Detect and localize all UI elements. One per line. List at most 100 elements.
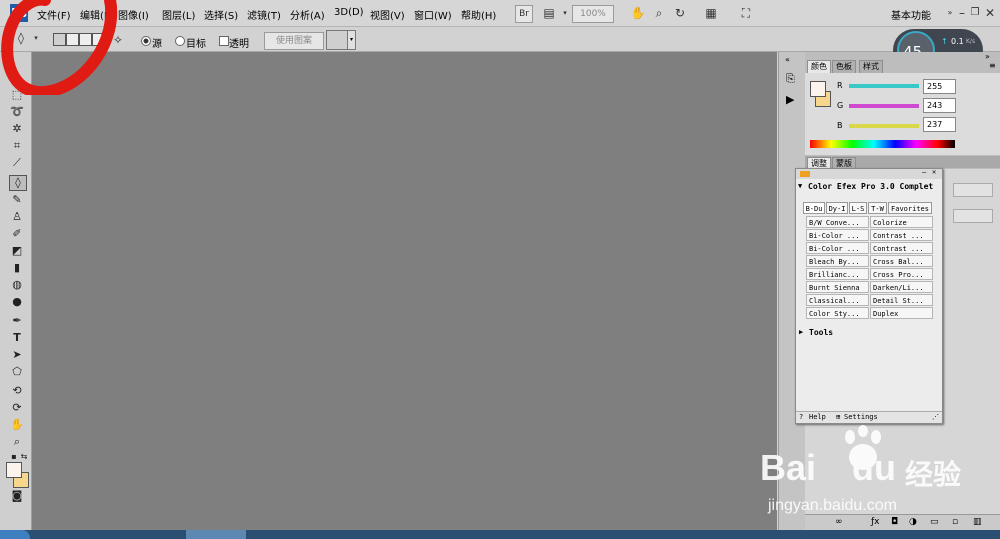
efex-filter-darken-lighten[interactable]: Darken/Li... [870,281,933,293]
quick-mask-icon[interactable]: ◙ [9,489,25,503]
resize-grip-icon[interactable]: ⋰ [932,413,939,421]
tab-color[interactable]: 颜色 [807,60,831,74]
lasso-tool-icon[interactable]: ➰ [9,105,25,119]
foreground-color-swatch[interactable] [6,462,22,478]
efex-tab-l-s[interactable]: L-S [849,202,867,214]
close-icon[interactable]: ✕ [982,5,998,21]
channel-r-slider[interactable] [849,84,919,88]
actions-panel-icon[interactable]: ▶ [786,93,794,106]
efex-filter-cross-balance[interactable]: Cross Bal... [870,255,933,267]
history-brush-tool-icon[interactable]: ✐ [9,227,25,241]
tools-expand-arrow-icon[interactable]: ▶ [799,328,803,336]
blend-mode-select[interactable] [953,183,993,197]
efex-filter-duplex[interactable]: Duplex [870,307,933,319]
bridge-button[interactable]: Br [515,5,533,23]
brush-tool-icon[interactable]: ✎ [9,193,25,207]
opacity-select[interactable] [953,209,993,223]
menu-window[interactable]: 窗口(W) [414,7,452,22]
hand-tool-icon[interactable]: ✋ [630,5,646,21]
gradient-tool-icon[interactable]: ▮ [9,261,25,275]
restore-icon[interactable]: ❐ [967,5,983,21]
efex-tab-b-du[interactable]: B-Du [803,202,825,214]
path-selection-tool-icon[interactable]: ➤ [9,348,25,362]
menu-filter[interactable]: 滤镜(T) [247,7,281,22]
shape-tool-icon[interactable]: ⬠ [9,365,25,379]
3d-rotate-tool-icon[interactable]: ⟲ [9,384,25,398]
efex-tab-t-w[interactable]: T-W [868,202,887,214]
crop-tool-icon[interactable]: ⌗ [9,139,25,153]
tab-styles[interactable]: 样式 [859,60,883,74]
transparent-checkbox[interactable] [219,36,229,46]
menu-analysis[interactable]: 分析(A) [290,7,325,22]
efex-filter-cross-processing[interactable]: Cross Pro... [870,268,933,280]
patch-tool-icon[interactable]: ◊ [9,175,27,191]
efex-filter-colorize[interactable]: Colorize [870,216,933,228]
efex-filter-brilliance[interactable]: Brillianc... [806,268,869,280]
dodge-tool-icon[interactable]: ● [9,295,25,309]
screen-mode-full-icon[interactable]: ⛶ [738,5,754,21]
arrange-documents-icon[interactable]: ▦ [703,5,719,21]
screen-mode-icon[interactable]: ▤ [541,5,557,21]
menu-view[interactable]: 视图(V) [370,7,405,22]
zoom-tool-icon[interactable]: ⌕ [9,435,25,449]
hand-tool-icon[interactable]: ✋ [9,418,25,432]
blur-tool-icon[interactable]: ◍ [9,278,25,292]
efex-filter-classical[interactable]: Classical... [806,294,869,306]
efex-help-button[interactable]: Help [809,413,826,421]
panel-expand-icon[interactable]: » [985,52,990,61]
source-radio[interactable] [141,36,151,46]
start-button[interactable] [0,530,30,539]
efex-filter-bi-color-2[interactable]: Bi-Color ... [806,242,869,254]
channel-b-slider[interactable] [849,124,919,128]
efex-titlebar[interactable]: – ✕ [796,168,942,179]
menu-help[interactable]: 帮助(H) [461,7,496,22]
efex-settings-button[interactable]: Settings [844,413,878,421]
menu-select[interactable]: 选择(S) [204,7,238,22]
zoom-icon[interactable]: ⌕ [651,5,667,21]
destination-radio[interactable] [175,36,185,46]
zoom-level-field[interactable]: 100% [572,5,614,23]
efex-filter-contrast-2[interactable]: Contrast ... [870,242,933,254]
efex-filter-bw-conversion[interactable]: B/W Conve... [806,216,869,228]
dock-collapse-icon[interactable]: « [785,55,790,64]
chevron-down-icon[interactable]: ▾ [557,5,573,21]
channel-g-slider[interactable] [849,104,919,108]
taskbar-photoshop-item[interactable] [186,530,246,539]
efex-tab-favorites[interactable]: Favorites [888,202,932,214]
menu-bar: Ps 文件(F) 编辑(E) 图像(I) 图层(L) 选择(S) 滤镜(T) 分… [0,0,1000,27]
efex-filter-bleach-bypass[interactable]: Bleach By... [806,255,869,267]
efex-filter-detail-stylizer[interactable]: Detail St... [870,294,933,306]
tab-swatches[interactable]: 色板 [832,60,856,74]
pen-tool-icon[interactable]: ✒ [9,314,25,328]
document-canvas-area[interactable] [32,52,777,530]
channel-r-value[interactable]: 255 [923,79,956,94]
efex-close-icon[interactable]: ✕ [932,168,936,176]
3d-orbit-tool-icon[interactable]: ⟳ [9,401,25,415]
menu-3d[interactable]: 3D(D) [334,7,364,18]
use-pattern-button[interactable]: 使用图案 [264,32,324,50]
efex-tools-section[interactable]: Tools [809,328,833,337]
history-panel-icon[interactable]: ⎘ [786,72,795,86]
channel-g-value[interactable]: 243 [923,98,956,113]
pattern-swatch[interactable] [326,30,348,50]
color-spectrum-ramp[interactable] [810,140,955,148]
efex-filter-bi-color-1[interactable]: Bi-Color ... [806,229,869,241]
pattern-chevron-icon[interactable]: ▾ [347,30,356,50]
magic-wand-tool-icon[interactable]: ✲ [9,122,25,136]
efex-tab-dy-i[interactable]: Dy-I [826,202,848,214]
rotate-view-icon[interactable]: ↻ [672,5,688,21]
efex-collapse-arrow-icon[interactable]: ▼ [798,182,802,190]
type-tool-icon[interactable]: T [9,331,25,345]
panel-menu-icon[interactable]: ≡ [989,61,996,70]
workspace-switcher[interactable]: 基本功能 [891,7,931,22]
efex-filter-burnt-sienna[interactable]: Burnt Sienna [806,281,869,293]
efex-filter-contrast-1[interactable]: Contrast ... [870,229,933,241]
eyedropper-tool-icon[interactable]: ⟋ [9,156,25,170]
menu-layer[interactable]: 图层(L) [162,7,195,22]
clone-stamp-tool-icon[interactable]: ♙ [9,210,25,224]
efex-minimize-icon[interactable]: – [922,168,926,176]
panel-foreground-swatch[interactable] [810,81,826,97]
efex-filter-color-stylizer[interactable]: Color Sty... [806,307,869,319]
eraser-tool-icon[interactable]: ◩ [9,244,25,258]
channel-b-value[interactable]: 237 [923,117,956,132]
